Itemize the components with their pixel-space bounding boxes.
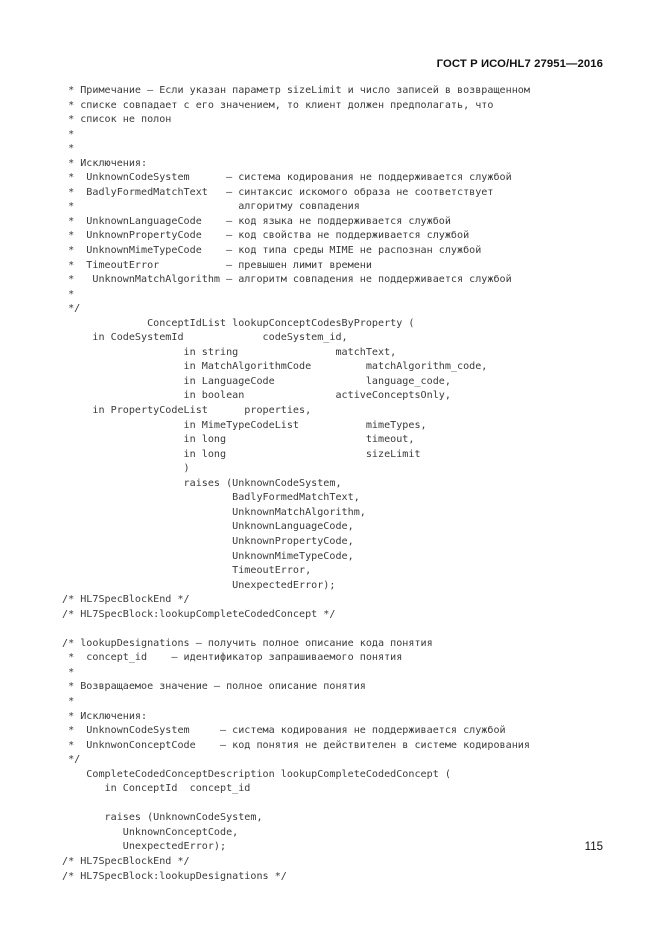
code-line: in CodeSystemId codeSystem_id, (62, 332, 348, 344)
code-line: raises (UnknownCodeSystem, (62, 477, 342, 489)
code-line: UnknownPropertyCode, (62, 535, 354, 547)
code-line: * (62, 695, 75, 707)
code-line: /* HL7SpecBlock:lookupDesignations */ (62, 870, 287, 882)
code-line: BadlyFormedMatchText, (62, 492, 360, 504)
code-line: in long sizeLimit (62, 448, 421, 460)
code-line: in LanguageCode language_code, (62, 375, 451, 387)
code-line: * список не полон (62, 114, 172, 126)
code-line: * UnknownCodeSystem – система кодировани… (62, 725, 506, 737)
code-line: in MimeTypeCodeList mimeTypes, (62, 419, 427, 431)
code-line: * TimeoutError – превышен лимит времени (62, 259, 372, 271)
code-line: * (62, 128, 75, 140)
code-line: * UnknownCodeSystem – система кодировани… (62, 172, 512, 184)
code-line: UnknownLanguageCode, (62, 521, 354, 533)
code-line: in long timeout, (62, 434, 415, 446)
code-line: in MatchAlgorithmCode matchAlgorithm_cod… (62, 361, 488, 373)
code-line: * Исключения: (62, 157, 148, 169)
code-line: UnknownConceptCode, (62, 826, 239, 838)
code-line: * UnknownMatchAlgorithm – алгоритм совпа… (62, 274, 512, 286)
code-line: raises (UnknownCodeSystem, (62, 812, 263, 824)
code-line: * (62, 288, 75, 300)
code-line: in string matchText, (62, 346, 397, 358)
code-line: in PropertyCodeList properties, (62, 405, 312, 417)
code-line: * алгоритму совпадения (62, 201, 360, 213)
code-line: * (62, 666, 75, 678)
code-line: * (62, 143, 75, 155)
code-line: /* HL7SpecBlock:lookupCompleteCodedConce… (62, 608, 336, 620)
code-line: TimeoutError, (62, 565, 312, 577)
code-line: /* lookupDesignations – получить полное … (62, 637, 433, 649)
page-header-standard-number: ГОСТ Р ИСО/HL7 27951—2016 (436, 58, 603, 70)
code-line: ConceptIdList lookupConceptCodesByProper… (62, 317, 415, 329)
code-line: * BadlyFormedMatchText – синтаксис иском… (62, 186, 494, 198)
code-line: */ (62, 754, 81, 766)
code-line: */ (62, 303, 81, 315)
code-line: * UnknownPropertyCode – код свойства не … (62, 230, 470, 242)
code-line: * UnknwonConceptCode – код понятия не де… (62, 739, 530, 751)
code-line: UnexpectedError); (62, 579, 336, 591)
idl-code-block: * Примечание – Если указан параметр size… (62, 84, 641, 884)
code-line: UnknownMimeTypeCode, (62, 550, 354, 562)
code-line: ) (62, 463, 190, 475)
code-line: * UnknownLanguageCode – код языка не под… (62, 215, 451, 227)
code-line: * Примечание – Если указан параметр size… (62, 85, 530, 96)
code-line: * UnknownMimeTypeCode – код типа среды M… (62, 245, 482, 257)
page-number: 115 (584, 841, 603, 853)
code-line: * Возвращаемое значение – полное описани… (62, 681, 366, 693)
code-line: /* HL7SpecBlockEnd */ (62, 855, 190, 867)
code-line: * Исключения: (62, 710, 148, 722)
code-line: /* HL7SpecBlockEnd */ (62, 594, 190, 606)
code-line: in ConceptId concept_id (62, 783, 251, 795)
code-line: * concept_id – идентификатор запрашиваем… (62, 652, 403, 664)
code-line: in boolean activeConceptsOnly, (62, 390, 451, 402)
code-line: CompleteCodedConceptDescription lookupCo… (62, 768, 451, 780)
code-line: * списке совпадает с его значением, то к… (62, 99, 494, 111)
code-line: UnknownMatchAlgorithm, (62, 506, 366, 518)
document-page: ГОСТ Р ИСО/HL7 27951—2016 * Примечание –… (0, 0, 661, 935)
